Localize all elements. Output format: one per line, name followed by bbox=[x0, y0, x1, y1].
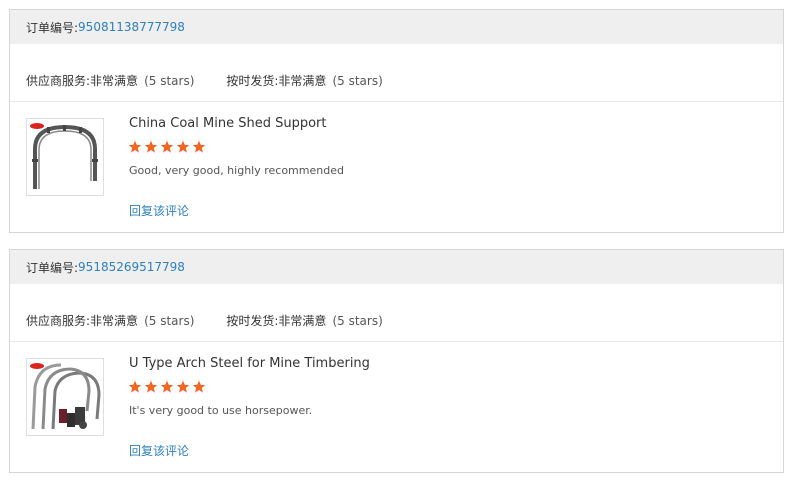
star-icon bbox=[160, 380, 174, 393]
order-number[interactable]: 95185269517798 bbox=[78, 260, 185, 274]
supplier-service-stars: (5 stars) bbox=[144, 73, 195, 88]
product-rating-stars bbox=[128, 380, 206, 394]
star-icon bbox=[128, 380, 142, 393]
on-time-delivery-label: 按时发货: bbox=[226, 74, 279, 88]
on-time-delivery-stars: (5 stars) bbox=[332, 73, 383, 88]
product-thumbnail[interactable] bbox=[26, 358, 104, 436]
supplier-service-value: 非常满意 bbox=[90, 314, 139, 328]
ratings-row: 供应商服务: 非常满意 (5 stars) 按时发货: 非常满意 (5 star… bbox=[10, 284, 783, 342]
reply-link[interactable]: 回复该评论 bbox=[129, 202, 189, 219]
on-time-delivery-rating: 按时发货: 非常满意 (5 stars) bbox=[226, 72, 382, 89]
reply-link[interactable]: 回复该评论 bbox=[129, 442, 189, 459]
star-icon bbox=[192, 380, 206, 393]
order-card: 订单编号: 95185269517798 供应商服务: 非常满意 (5 star… bbox=[9, 249, 784, 473]
product-title[interactable]: China Coal Mine Shed Support bbox=[129, 116, 326, 131]
supplier-service-rating: 供应商服务: 非常满意 (5 stars) bbox=[26, 312, 194, 329]
supplier-service-label: 供应商服务: bbox=[26, 74, 91, 88]
ratings-row: 供应商服务: 非常满意 (5 stars) 按时发货: 非常满意 (5 star… bbox=[10, 44, 783, 102]
review-text: Good, very good, highly recommended bbox=[129, 164, 344, 177]
supplier-service-stars: (5 stars) bbox=[144, 313, 195, 328]
supplier-service-rating: 供应商服务: 非常满意 (5 stars) bbox=[26, 72, 194, 89]
supplier-service-label: 供应商服务: bbox=[26, 314, 91, 328]
product-review: China Coal Mine Shed Support Good, very … bbox=[10, 102, 783, 232]
on-time-delivery-label: 按时发货: bbox=[226, 314, 279, 328]
product-review: U Type Arch Steel for Mine Timbering It'… bbox=[10, 342, 783, 472]
order-number-label: 订单编号: bbox=[26, 20, 79, 35]
star-icon bbox=[192, 140, 206, 153]
order-header: 订单编号: 95081138777798 bbox=[10, 10, 783, 44]
product-rating-stars bbox=[128, 140, 206, 154]
product-title[interactable]: U Type Arch Steel for Mine Timbering bbox=[129, 356, 370, 371]
supplier-service-value: 非常满意 bbox=[90, 74, 139, 88]
order-number[interactable]: 95081138777798 bbox=[78, 20, 185, 34]
star-icon bbox=[160, 140, 174, 153]
u-arch-steel-image bbox=[30, 363, 101, 430]
order-card: 订单编号: 95081138777798 供应商服务: 非常满意 (5 star… bbox=[9, 9, 784, 233]
on-time-delivery-value: 非常满意 bbox=[278, 314, 327, 328]
product-thumbnail[interactable] bbox=[26, 118, 104, 196]
on-time-delivery-rating: 按时发货: 非常满意 (5 stars) bbox=[226, 312, 382, 329]
star-icon bbox=[144, 140, 158, 153]
star-icon bbox=[128, 140, 142, 153]
arch-support-image bbox=[30, 123, 98, 189]
on-time-delivery-stars: (5 stars) bbox=[332, 313, 383, 328]
on-time-delivery-value: 非常满意 bbox=[278, 74, 327, 88]
order-header: 订单编号: 95185269517798 bbox=[10, 250, 783, 284]
review-text: It's very good to use horsepower. bbox=[129, 404, 313, 417]
star-icon bbox=[176, 140, 190, 153]
order-number-label: 订单编号: bbox=[26, 260, 79, 275]
star-icon bbox=[176, 380, 190, 393]
star-icon bbox=[144, 380, 158, 393]
